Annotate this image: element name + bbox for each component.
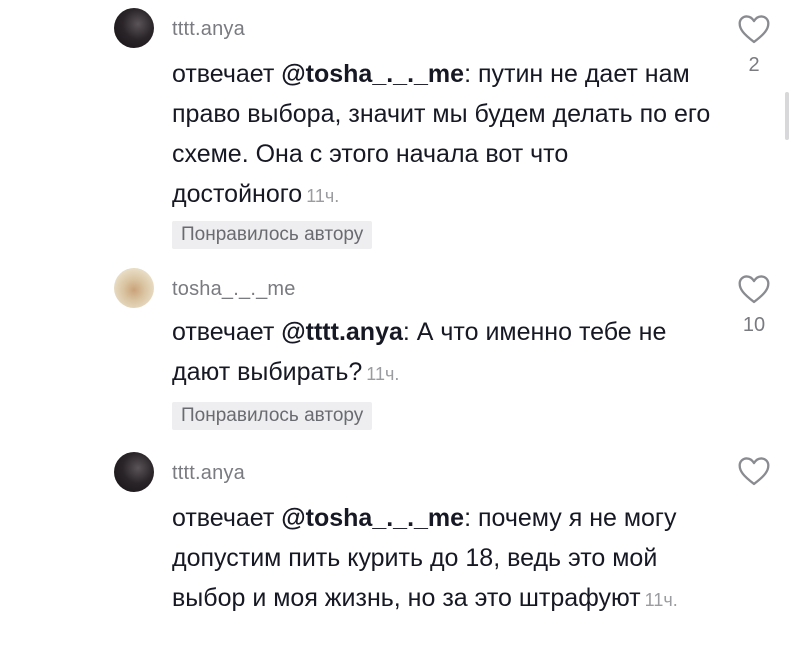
heart-icon[interactable] — [737, 14, 771, 44]
like-block — [733, 456, 775, 496]
mention-link[interactable]: @tosha_._._me — [281, 504, 464, 532]
avatar[interactable] — [114, 8, 154, 48]
comment-time: 11ч. — [644, 590, 678, 610]
avatar[interactable] — [114, 268, 154, 308]
comment-username[interactable]: tttt.anya — [172, 18, 245, 41]
comment-time: 11ч. — [366, 364, 400, 384]
mention-link[interactable]: @tosha_._._me — [281, 60, 464, 88]
reply-prefix: отвечает — [172, 318, 282, 346]
scrollbar[interactable] — [785, 92, 789, 140]
like-block: 10 — [733, 274, 775, 337]
like-block: 2 — [733, 14, 775, 77]
avatar[interactable] — [114, 452, 154, 492]
comment-username[interactable]: tttt.anya — [172, 462, 245, 485]
liked-by-author-badge: Понравилось автору — [172, 402, 373, 430]
comment-text: отвечает @tosha_._._me: почему я не могу… — [172, 498, 712, 620]
reply-prefix: отвечает — [172, 60, 282, 88]
liked-by-author-badge: Понравилось автору — [172, 221, 373, 249]
heart-icon[interactable] — [737, 274, 771, 304]
like-count: 2 — [748, 54, 760, 76]
reply-prefix: отвечает — [172, 504, 282, 532]
comment-text: отвечает @tttt.anya: А что именно тебе н… — [172, 312, 712, 394]
comment-username[interactable]: tosha_._._me — [172, 278, 296, 301]
heart-icon[interactable] — [737, 456, 771, 486]
comment-text: отвечает @tosha_._._me: путин не дает на… — [172, 54, 712, 216]
mention-link[interactable]: @tttt.anya — [281, 318, 403, 346]
comment-time: 11ч. — [306, 186, 340, 206]
like-count: 10 — [742, 314, 766, 336]
